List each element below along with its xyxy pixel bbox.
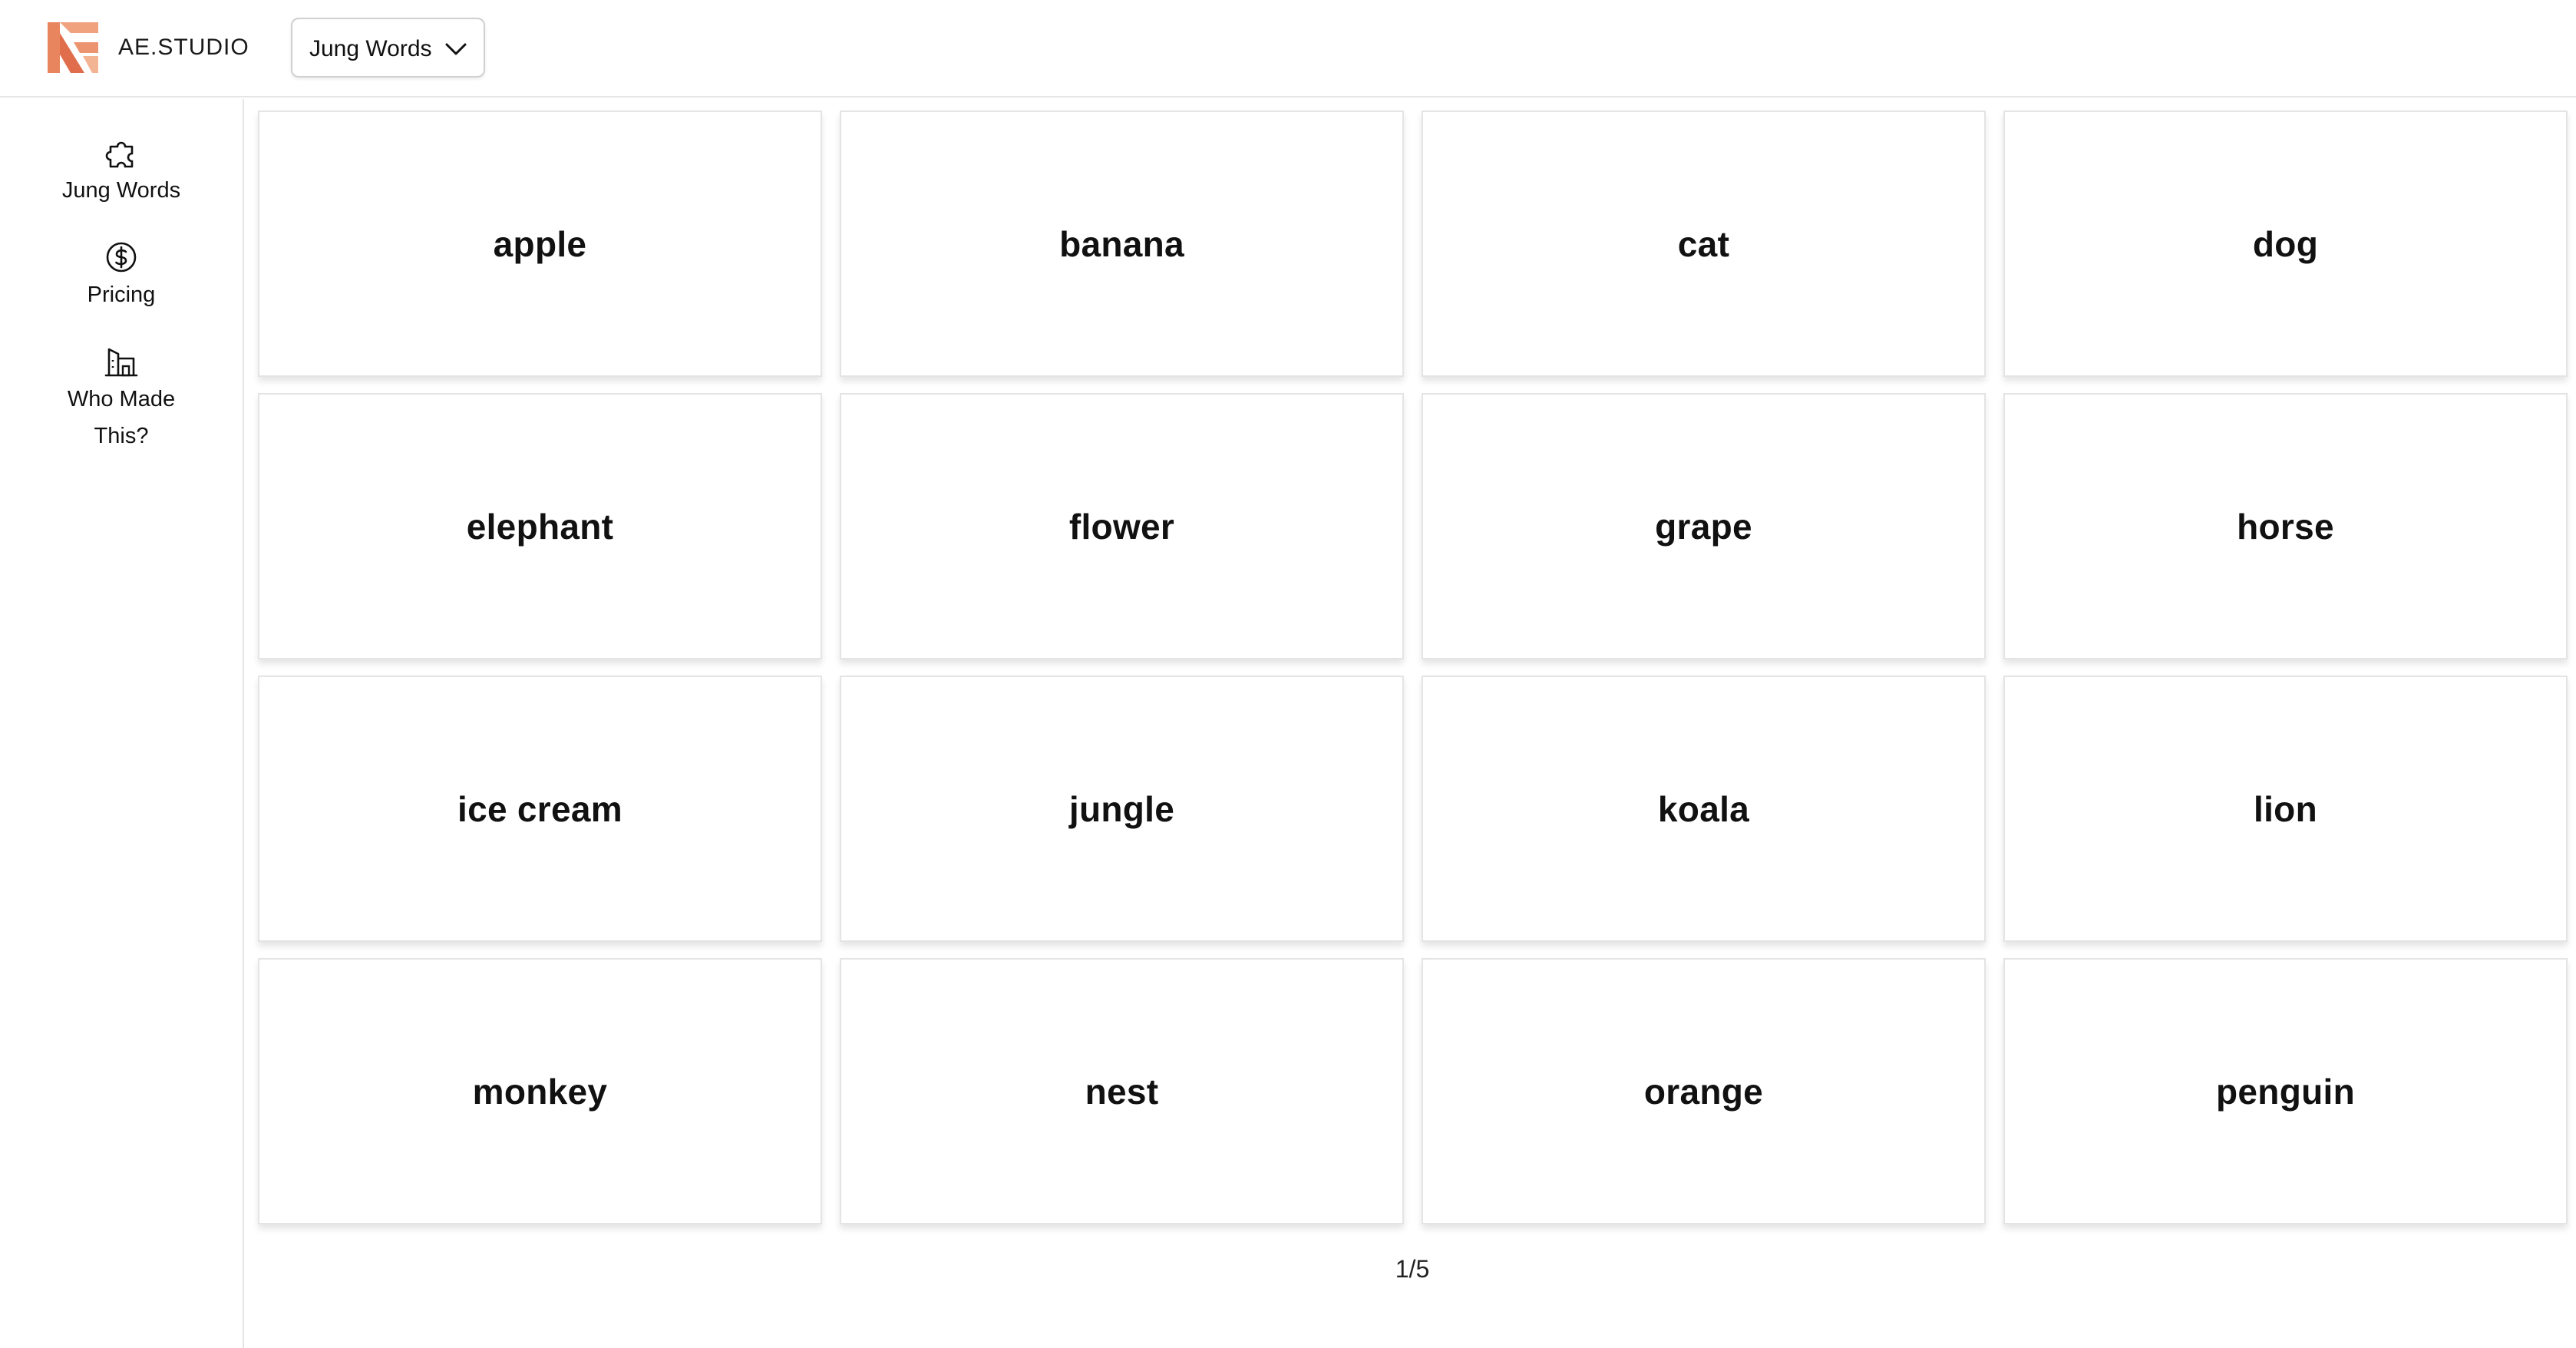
word-card-label: monkey: [472, 1071, 608, 1112]
word-card[interactable]: orange: [1422, 958, 1986, 1224]
word-card[interactable]: monkey: [258, 958, 822, 1224]
dropdown-selected-value: Jung Words: [309, 36, 432, 61]
word-card[interactable]: penguin: [2003, 958, 2568, 1224]
word-card-label: elephant: [466, 506, 614, 547]
word-card-label: grape: [1655, 506, 1752, 547]
word-card-label: banana: [1059, 223, 1184, 264]
top-header: AE.STUDIO Jung Words: [0, 0, 2576, 97]
word-card-label: ice cream: [457, 788, 623, 829]
word-card[interactable]: dog: [2003, 111, 2568, 377]
word-set-dropdown[interactable]: Jung Words: [291, 18, 485, 78]
word-card-label: apple: [493, 223, 587, 264]
puzzle-piece-icon: [105, 141, 134, 168]
word-card-label: flower: [1068, 506, 1175, 547]
dollar-circle-icon: [106, 242, 137, 273]
word-card[interactable]: elephant: [258, 393, 822, 659]
ae-studio-logo-icon[interactable]: [48, 22, 98, 73]
word-card[interactable]: flower: [840, 393, 1404, 659]
word-card-label: nest: [1085, 1071, 1159, 1112]
word-card-label: horse: [2237, 506, 2334, 547]
word-card-label: jungle: [1068, 788, 1175, 829]
sidebar-item-pricing[interactable]: Pricing: [0, 239, 243, 313]
sidebar-item-jung-words[interactable]: Jung Words: [0, 134, 243, 209]
building-icon: [104, 348, 138, 377]
word-card[interactable]: koala: [1422, 676, 1986, 942]
chevron-down-icon: [445, 43, 467, 55]
word-card-grid: apple banana cat dog elephant flower gra…: [258, 111, 2568, 1224]
word-card[interactable]: cat: [1422, 111, 1986, 377]
word-card[interactable]: jungle: [840, 676, 1404, 942]
pagination-indicator: 1/5: [1395, 1255, 1430, 1283]
word-card[interactable]: horse: [2003, 393, 2568, 659]
word-card-label: cat: [1677, 223, 1730, 264]
word-card[interactable]: nest: [840, 958, 1404, 1224]
sidebar-nav: Jung Words Pricing Who Made This?: [0, 99, 244, 1348]
word-card-label: lion: [2254, 788, 2317, 829]
brand-name[interactable]: AE.STUDIO: [118, 33, 249, 62]
word-card[interactable]: grape: [1422, 393, 1986, 659]
sidebar-item-label: Jung Words: [61, 178, 181, 203]
word-card[interactable]: lion: [2003, 676, 2568, 942]
word-card-label: dog: [2252, 223, 2319, 264]
word-card-label: penguin: [2216, 1071, 2355, 1112]
sidebar-item-who-made-this[interactable]: Who Made This?: [0, 343, 243, 454]
word-card-label: orange: [1643, 1071, 1764, 1112]
word-card[interactable]: ice cream: [258, 676, 822, 942]
word-card-label: koala: [1657, 788, 1750, 829]
word-card[interactable]: apple: [258, 111, 822, 377]
sidebar-item-label: Who Made This?: [67, 387, 176, 448]
word-card[interactable]: banana: [840, 111, 1404, 377]
sidebar-item-label: Pricing: [87, 282, 156, 307]
